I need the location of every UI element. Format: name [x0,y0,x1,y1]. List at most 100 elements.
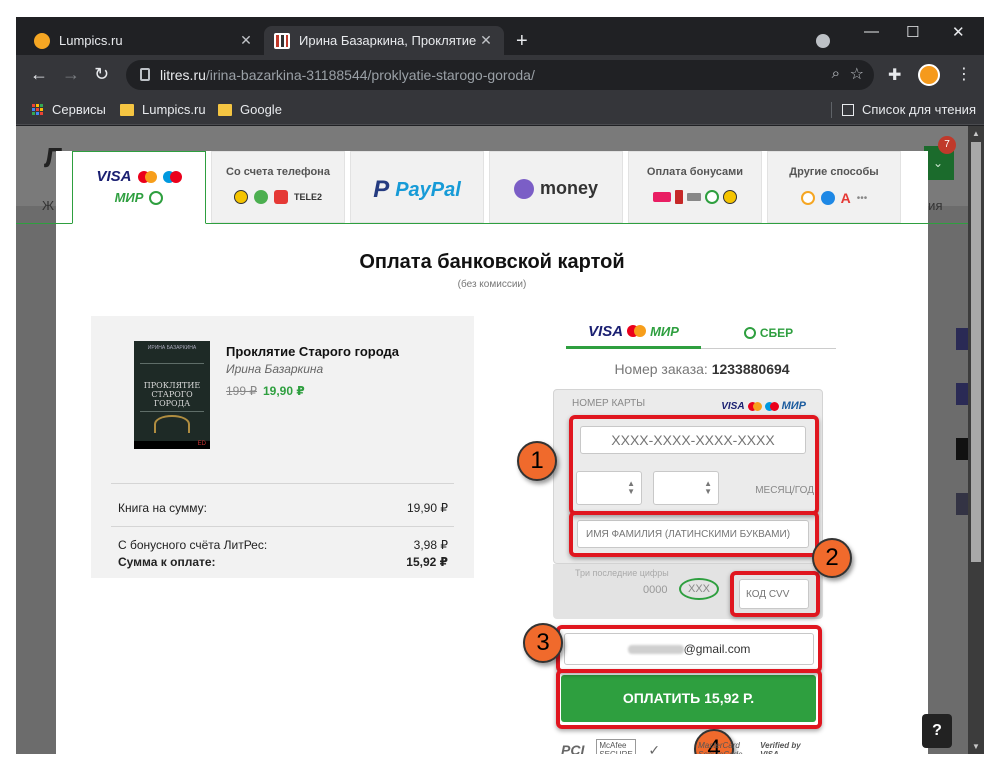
lumpics-favicon-icon [34,32,50,49]
screenshot-root: Lumpics.ru ✕ Ирина Базаркина, Проклятие … [0,0,1000,770]
highlight-email [556,625,822,673]
highlight-card-details [569,415,819,515]
bookmark-star-icon[interactable]: ☆ [850,64,864,84]
url-text: litres.ru/irina-bazarkina-31188544/prokl… [160,67,535,83]
maestro-icon [764,401,779,411]
divider [111,526,454,527]
tab-bonus[interactable]: Оплата бонусами [628,151,762,223]
tab-litres[interactable]: Ирина Базаркина, Проклятие С ✕ [264,26,504,55]
step-3-marker: 3 [523,623,563,663]
cover-ornament-icon [154,415,190,433]
webmoney-icon [820,191,835,205]
bookmark-label: Сервисы [52,102,106,117]
cover-author: ИРИНА БАЗАРКИНА [147,345,197,351]
bookmarks-divider [831,102,832,118]
bonus-logo-icon [687,193,701,201]
tab-close-icon[interactable]: ✕ [238,32,254,49]
card-logos-row-2: МИР [73,190,205,205]
mir-logo: МИР [650,323,679,339]
new-tab-button[interactable]: + [516,30,528,53]
tab-title: Ирина Базаркина, Проклятие С [299,33,478,48]
extensions-puzzle-icon[interactable]: ✚ [888,65,901,85]
book-author[interactable]: Ирина Базаркина [226,362,323,376]
page-scrollbar[interactable]: ▲ ▼ [968,126,984,754]
reload-icon[interactable]: ↻ [94,64,109,85]
bonus-logo-icon [653,192,671,202]
tab-close-icon[interactable]: ✕ [478,32,494,49]
sber-icon [743,326,756,339]
tab-lumpics[interactable]: Lumpics.ru ✕ [24,26,264,55]
lock-icon [140,68,150,81]
tab-paypal[interactable]: P PayPal [350,151,484,223]
address-bar[interactable]: litres.ru/irina-bazarkina-31188544/prokl… [126,60,874,90]
mastercard-icon [137,170,157,183]
scrollbar-thumb[interactable] [971,142,981,562]
card-logos-row: VISA [73,168,205,185]
url-domain: litres.ru [160,67,206,83]
bookmark-lumpics[interactable]: Lumpics.ru [120,102,206,117]
thumbnail [956,438,968,460]
zoom-icon[interactable]: ⌕ [832,65,840,82]
tab-bank-card[interactable]: VISA МИР [72,151,206,224]
order-label: Номер заказа: [614,361,708,377]
summary-row: С бонусного счёта ЛитРес: 3,98 ₽ [118,538,448,552]
tab-phone[interactable]: Со счета телефона TELE2 [211,151,345,223]
tab-label: Другие способы [789,166,879,178]
kebab-menu-icon[interactable]: ⋮ [956,64,972,84]
forward-arrow-icon[interactable]: → [62,64,80,85]
reading-list-label: Список для чтения [862,102,976,117]
book-old-price: 199 ₽ [226,384,257,398]
bookmark-google[interactable]: Google [218,102,282,117]
paypal-row: P PayPal [351,176,483,204]
mcafee-seal: McAfee SECURE [596,739,637,754]
cover-line [140,363,204,364]
help-button[interactable]: ? [922,714,952,748]
alfa-icon: A [840,190,851,206]
reading-list-button[interactable]: Список для чтения [842,102,976,117]
tab-other[interactable]: Другие способы A ••• [767,151,901,223]
mastercard-icon [747,401,762,411]
book-title[interactable]: Проклятие Старого города [226,344,399,359]
minimize-button[interactable]: — [864,23,879,40]
maximize-button[interactable]: ☐ [906,23,919,41]
scroll-up-icon[interactable]: ▲ [972,129,980,138]
last-digits-label: Три последние цифры [575,568,669,578]
close-window-button[interactable]: ✕ [952,23,965,41]
maestro-icon [162,170,182,183]
mts-icon [273,190,288,204]
back-arrow-icon[interactable]: ← [30,64,48,85]
folder-icon [120,103,134,116]
tab-strip: Lumpics.ru ✕ Ирина Базаркина, Проклятие … [16,17,984,55]
pci-seal: PCI [561,742,585,754]
summary-label: С бонусного счёта ЛитРес: [118,538,268,552]
payment-modal: VISA МИР Со счета телефона TELE2 P PayPa… [16,151,968,754]
sber-label: СБЕР [759,325,794,340]
cover-brand: ED [134,441,210,449]
bonus-row [629,190,761,204]
chevron-down-icon: ⌄ [933,156,944,170]
tab-search-icon[interactable] [816,34,830,48]
cart-button: ⌄ 7 [924,136,956,180]
card-number-label: НОМЕР КАРТЫ [572,398,646,409]
modal-subtitle: (без комиссии) [457,279,527,290]
tab-yoomoney[interactable]: money [489,151,623,223]
mastercard-icon [627,325,647,337]
modal-title: Оплата банковской картой [359,251,625,273]
visa-logo: VISA [96,168,132,185]
qiwi-icon [800,191,815,205]
scroll-down-icon[interactable]: ▼ [972,742,980,751]
site-nav-left: Ж [42,198,55,213]
divider [111,483,454,484]
bookmark-services[interactable]: Сервисы [32,102,106,117]
litres-favicon-icon [274,32,290,49]
tab-visa-mc-mir[interactable]: VISA МИР [566,316,701,349]
card-type-tabs: VISA МИР СБЕР [566,316,836,349]
profile-avatar[interactable] [918,64,940,86]
step-1-marker: 1 [517,441,557,481]
beeline-icon [233,190,248,204]
other-row: A ••• [768,190,900,206]
order-number: Номер заказа: 1233880694 [551,361,853,377]
summary-label: Книга на сумму: [118,501,207,515]
tab-sber[interactable]: СБЕР [701,316,836,349]
summary-total-row: Сумма к оплате: 15,92 ₽ [118,555,448,569]
